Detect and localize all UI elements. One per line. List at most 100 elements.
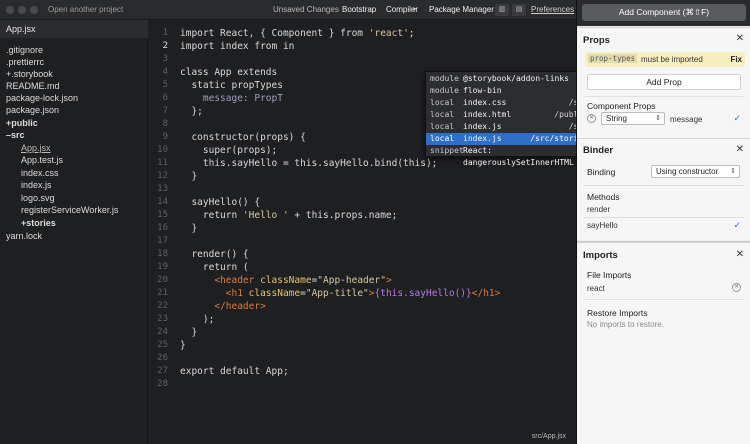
line-number: 1 bbox=[162, 28, 168, 38]
divider bbox=[583, 299, 745, 300]
add-component-button[interactable]: Add Component (⌘⇧F) bbox=[582, 4, 746, 21]
code-line: import React, { Component } from 'react'… bbox=[180, 28, 415, 39]
tree-item-package-lock[interactable]: package-lock.json bbox=[6, 93, 78, 103]
warning-text: must be imported bbox=[641, 55, 703, 64]
autocomplete-item[interactable]: module @storybook/addon-links bbox=[426, 73, 591, 85]
code-line: ); bbox=[180, 314, 215, 325]
code-line: }; bbox=[180, 106, 203, 117]
zoom-window-dot[interactable] bbox=[30, 6, 38, 14]
line-number: 13 bbox=[157, 184, 168, 194]
code-line: <header className="App-header"> bbox=[180, 275, 392, 286]
imports-section: Imports ✕ File Imports react ✕ Restore I… bbox=[577, 241, 750, 444]
code-line: </header> bbox=[180, 301, 266, 312]
method-item[interactable]: sayHello bbox=[587, 221, 618, 230]
close-icon[interactable]: ✕ bbox=[736, 249, 744, 260]
package-manager-button[interactable]: Package Manager bbox=[429, 0, 494, 20]
tree-item-app-jsx[interactable]: App.jsx bbox=[21, 143, 51, 153]
line-number: 20 bbox=[157, 275, 168, 285]
line-number: 26 bbox=[157, 353, 168, 363]
tree-item-index-css[interactable]: index.css bbox=[21, 168, 59, 178]
method-item[interactable]: render bbox=[587, 205, 610, 214]
line-number: 5 bbox=[162, 80, 168, 90]
tree-item-prettierrc[interactable]: .prettierrc bbox=[6, 57, 44, 67]
unsaved-changes-label: Unsaved Changes bbox=[273, 5, 339, 14]
line-number: 17 bbox=[157, 236, 168, 246]
open-project-link[interactable]: Open another project bbox=[48, 5, 123, 14]
line-number: 2 bbox=[162, 41, 168, 51]
file-import-item[interactable]: react bbox=[587, 284, 605, 293]
remove-import-icon[interactable]: ✕ bbox=[732, 283, 741, 292]
code-line: <h1 className="App-title">{this.sayHello… bbox=[180, 288, 501, 299]
tree-item-logo-svg[interactable]: logo.svg bbox=[21, 193, 55, 203]
status-file-path: src/App.jsx bbox=[531, 433, 566, 440]
line-number: 3 bbox=[162, 54, 168, 64]
line-number: 9 bbox=[162, 132, 168, 142]
tree-item-register-sw[interactable]: registerServiceWorker.js bbox=[21, 205, 118, 215]
title-bar: Open another project Unsaved Changes Boo… bbox=[0, 0, 576, 20]
tree-item-app-test[interactable]: App.test.js bbox=[21, 155, 63, 165]
code-line: return 'Hello ' + this.props.name; bbox=[180, 210, 398, 221]
binding-select[interactable]: Using constructor ⇕ bbox=[651, 165, 740, 178]
autocomplete-item[interactable]: local index.js /src bbox=[426, 121, 591, 133]
code-line: sayHello() { bbox=[180, 197, 261, 208]
line-number: 10 bbox=[157, 145, 168, 155]
remove-prop-icon[interactable]: ✕ bbox=[587, 114, 596, 123]
tree-item-package-json[interactable]: package.json bbox=[6, 105, 59, 115]
file-tree-sidebar: App.jsx .gitignore .prettierrc +.storybo… bbox=[0, 20, 148, 444]
code-line-current: import index from in bbox=[180, 41, 295, 52]
bootstrap-button[interactable]: Bootstrap bbox=[342, 0, 376, 20]
line-number: 21 bbox=[157, 288, 168, 298]
line-number: 11 bbox=[157, 158, 168, 168]
tree-item-stories[interactable]: +stories bbox=[21, 218, 56, 228]
minimize-window-dot[interactable] bbox=[18, 6, 26, 14]
code-line: export default App; bbox=[180, 366, 289, 377]
layout-toggle-icon[interactable]: ▥ bbox=[495, 4, 509, 16]
autocomplete-item-selected[interactable]: local index.js /src/stories bbox=[426, 133, 591, 145]
tree-item-public[interactable]: +public bbox=[6, 118, 38, 128]
code-line: } bbox=[180, 340, 186, 351]
close-icon[interactable]: ✕ bbox=[736, 33, 744, 44]
prop-name[interactable]: message bbox=[670, 115, 702, 124]
tree-item-index-js[interactable]: index.js bbox=[21, 180, 52, 190]
code-line: } bbox=[180, 171, 198, 182]
tree-item-gitignore[interactable]: .gitignore bbox=[6, 45, 43, 55]
fix-button[interactable]: Fix bbox=[730, 55, 742, 64]
code-line: render() { bbox=[180, 249, 249, 260]
binder-title: Binder bbox=[583, 145, 614, 156]
autocomplete-item[interactable]: local index.html /public bbox=[426, 109, 591, 121]
prop-type-select[interactable]: String ⇕ bbox=[601, 112, 665, 125]
compiler-dropdown-icon[interactable]: ▾ bbox=[413, 0, 416, 20]
code-line: static propTypes bbox=[180, 80, 283, 91]
tree-item-storybook[interactable]: +.storybook bbox=[6, 69, 53, 79]
autocomplete-popup: module @storybook/addon-links module flo… bbox=[425, 71, 592, 167]
line-number: 24 bbox=[157, 327, 168, 337]
code-editor[interactable]: 1 2 3 4 5 6 7 8 9 10 11 12 13 14 15 16 1… bbox=[148, 20, 592, 432]
add-prop-button[interactable]: Add Prop bbox=[587, 74, 741, 90]
autocomplete-item[interactable]: snippet React: dangerouslySetInnerHTML bbox=[426, 145, 591, 167]
tree-item-src[interactable]: –src bbox=[6, 130, 25, 140]
line-number: 27 bbox=[157, 366, 168, 376]
open-file-tab[interactable]: App.jsx bbox=[0, 20, 148, 38]
line-number: 4 bbox=[162, 67, 168, 77]
preferences-link[interactable]: Preferences bbox=[531, 5, 574, 14]
autocomplete-item[interactable]: module flow-bin bbox=[426, 85, 591, 97]
add-component-bar: Add Component (⌘⇧F) bbox=[577, 0, 750, 26]
inspector-panel: Add Component (⌘⇧F) Props ✕ prop-types m… bbox=[576, 0, 750, 444]
line-number: 6 bbox=[162, 93, 168, 103]
binder-section: Binder ✕ Binding Using constructor ⇕ Meth… bbox=[577, 138, 750, 240]
autocomplete-item[interactable]: local index.css /src bbox=[426, 97, 591, 109]
code-line: super(props); bbox=[180, 145, 278, 156]
tree-item-yarn-lock[interactable]: yarn.lock bbox=[6, 231, 42, 241]
close-window-dot[interactable] bbox=[6, 6, 14, 14]
line-number: 14 bbox=[157, 197, 168, 207]
close-icon[interactable]: ✕ bbox=[736, 144, 744, 155]
code-line: class App extends bbox=[180, 67, 283, 78]
divider bbox=[583, 217, 745, 218]
tree-item-readme[interactable]: README.md bbox=[6, 81, 60, 91]
line-number: 16 bbox=[157, 223, 168, 233]
line-number: 23 bbox=[157, 314, 168, 324]
line-number: 12 bbox=[157, 171, 168, 181]
panel-toggle-icon[interactable]: ▤ bbox=[512, 4, 526, 16]
line-number: 22 bbox=[157, 301, 168, 311]
line-number: 25 bbox=[157, 340, 168, 350]
